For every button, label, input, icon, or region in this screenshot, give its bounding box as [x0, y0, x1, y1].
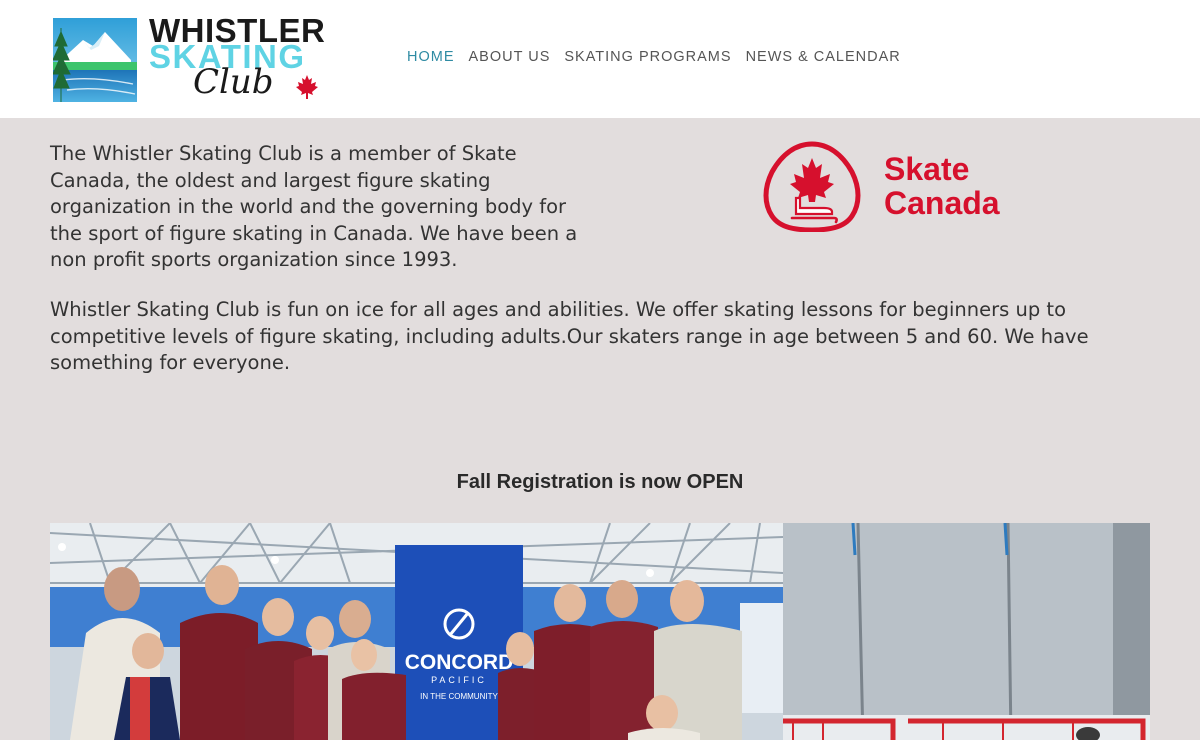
rink-photo — [783, 523, 1150, 740]
group-photo: CONCORD PACIFIC IN THE COMMUNITY — [50, 523, 783, 740]
skate-canada-text-line2: Canada — [884, 185, 1000, 221]
skate-canada-text-line1: Skate — [884, 151, 970, 187]
maple-leaf-icon — [296, 75, 318, 99]
main-navigation: HOME ABOUT US SKATING PROGRAMS NEWS & CA… — [407, 49, 901, 65]
skate-canada-logo[interactable]: Skate Canada — [762, 140, 1012, 232]
logo-text-club: Club — [193, 62, 274, 102]
banner-text-concord: CONCORD — [405, 651, 514, 674]
group-photo-image: CONCORD PACIFIC IN THE COMMUNITY — [50, 523, 783, 740]
nav-skating-programs[interactable]: SKATING PROGRAMS — [564, 49, 731, 65]
nav-about-us[interactable]: ABOUT US — [469, 49, 551, 65]
intro-paragraph: The Whistler Skating Club is a member of… — [50, 142, 578, 271]
mountain-lake-logo-icon — [53, 18, 137, 102]
banner-text-community: IN THE COMMUNITY — [420, 692, 498, 701]
skate-canada-emblem-icon — [763, 141, 861, 232]
site-logo[interactable]: WHISTLER SKATING Club — [53, 14, 353, 104]
logo-wordmark: WHISTLER SKATING Club — [149, 14, 353, 104]
nav-news-calendar[interactable]: NEWS & CALENDAR — [746, 49, 901, 65]
registration-heading: Fall Registration is now OPEN — [456, 471, 744, 493]
banner-text-pacific: PACIFIC — [431, 675, 487, 685]
about-paragraph: Whistler Skating Club is fun on ice for … — [50, 298, 1089, 374]
rink-photo-image — [783, 523, 1150, 740]
nav-home[interactable]: HOME — [407, 49, 455, 65]
site-header: WHISTLER SKATING Club HOME ABOUT US SKAT… — [0, 0, 1200, 118]
skate-canada-wordmark: Skate Canada — [884, 152, 1000, 220]
